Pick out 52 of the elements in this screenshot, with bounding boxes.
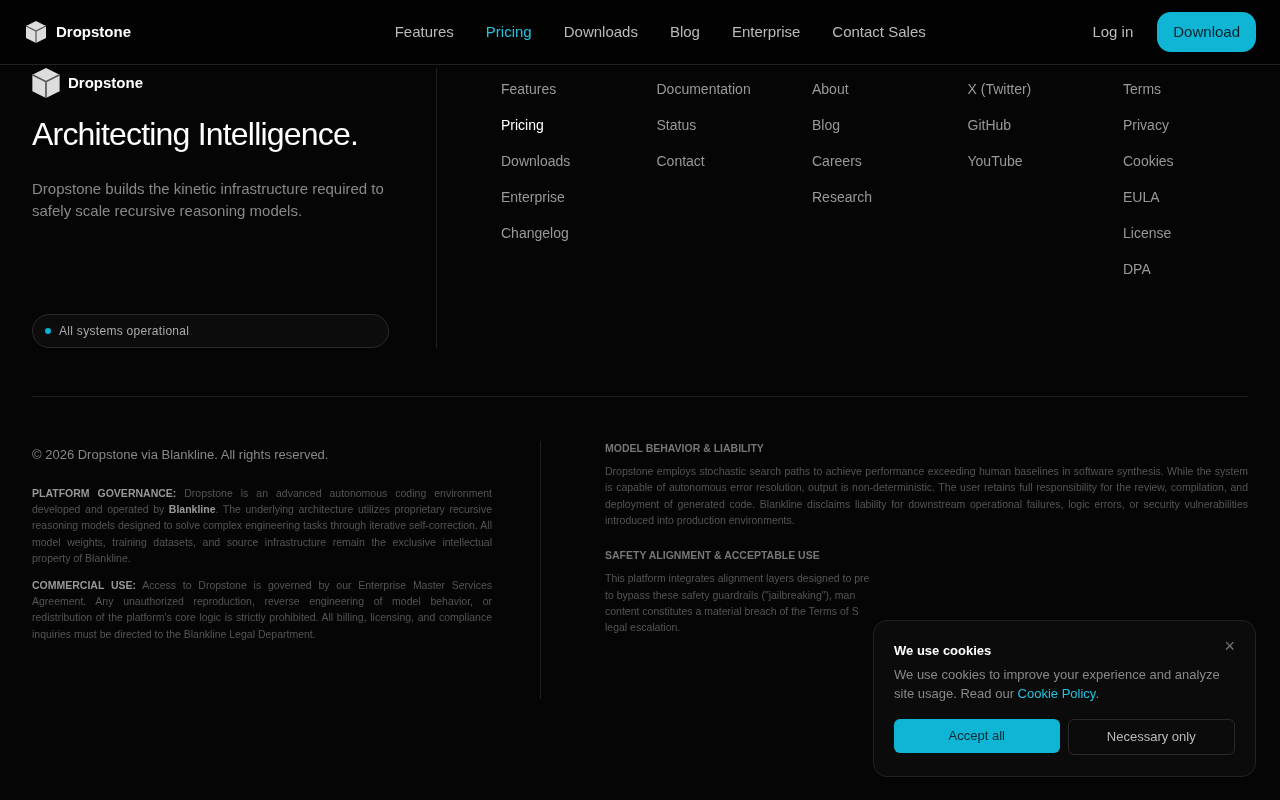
headline: Architecting Intelligence. xyxy=(32,115,360,154)
footer-link[interactable]: Contact xyxy=(656,150,705,172)
brand-name[interactable]: Dropstone xyxy=(68,71,143,95)
cookie-text: We use cookies to improve your experience and analyze site usage. Read our Cookie Policy. xyxy=(894,665,1221,703)
close-button[interactable]: × xyxy=(1224,633,1235,660)
footer-link[interactable]: EULA xyxy=(1123,186,1160,208)
nav-link[interactable]: Downloads xyxy=(563,20,638,44)
description: Dropstone builds the kinetic infrastructure required to safely scale recursive reasoning models. xyxy=(32,179,385,221)
footer-link[interactable]: Privacy xyxy=(1123,114,1169,136)
footer-link[interactable]: Enterprise xyxy=(501,186,565,208)
footer-link[interactable]: Status xyxy=(656,114,697,136)
login-link[interactable]: Log in xyxy=(1092,20,1134,44)
section-title: SAFETY ALIGNMENT & ACCEPTABLE USE xyxy=(605,548,821,564)
nav-link[interactable]: Pricing xyxy=(485,20,532,44)
nav-link[interactable]: Features xyxy=(394,20,454,44)
text-line: This platform integrates alignment layers designed to pre xyxy=(605,571,871,587)
text-line: to bypass these safety guardrails ("jailbreaking"), man xyxy=(605,587,857,603)
brand-name[interactable]: Dropstone xyxy=(56,20,131,44)
text-line: legal escalation. xyxy=(605,620,682,636)
status-text: All systems operational xyxy=(59,323,190,340)
necessary-only-button[interactable]: Necessary only xyxy=(1067,718,1235,755)
footer-link[interactable]: Features xyxy=(501,78,557,100)
nav-link[interactable]: Enterprise xyxy=(731,20,801,44)
footer-link[interactable]: GitHub xyxy=(967,114,1012,136)
legal-paragraph: Dropstone employs stochastic search paths to achieve performance exceeding human baselines in software synthesis. While the system is capable of autonomous error resolution, output is non-deterministic. The user retains full responsibility for the review, compilation, and deployment of generated code. Blankline disclaims liability for downstream operational failures, logic errors, or security vulnerabilities introduced into production environments. xyxy=(605,463,1248,528)
download-button[interactable]: Download xyxy=(1157,12,1256,52)
nav-link[interactable]: Blog xyxy=(669,20,700,44)
cube-logo-icon xyxy=(32,68,60,98)
footer-link[interactable]: Documentation xyxy=(656,78,751,100)
footer-link[interactable]: YouTube xyxy=(967,150,1023,172)
footer-link[interactable]: Research xyxy=(812,186,872,208)
footer-link[interactable]: License xyxy=(1123,222,1172,244)
footer-link[interactable]: X (Twitter) xyxy=(967,78,1032,100)
nav-link[interactable]: Contact Sales xyxy=(832,20,926,44)
legal-notice: PLATFORM GOVERNANCE: Dropstone is an advanced autonomous coding environment developed and operated by Blankline. The underlying architecture utilizes proprietary recursive reasoning models designed to solve complex engineering tasks through iterative self-correction. All model weights, training datasets, and source infrastructure remain the exclusive intellectual property of Blankline. xyxy=(32,485,492,567)
footer-link[interactable]: Downloads xyxy=(501,150,571,172)
footer-link[interactable]: Terms xyxy=(1123,78,1162,100)
status-pill[interactable]: All systems operational xyxy=(32,314,389,348)
cube-logo-icon xyxy=(24,20,48,44)
footer-link[interactable]: Careers xyxy=(812,150,862,172)
cookie-title: We use cookies xyxy=(894,642,992,660)
section-title: MODEL BEHAVIOR & LIABILITY xyxy=(605,441,765,456)
footer-link[interactable]: DPA xyxy=(1123,258,1151,280)
text-line: content constitutes a material breach of the Terms of S xyxy=(605,603,860,619)
footer-link[interactable]: Pricing xyxy=(501,114,544,136)
footer-link[interactable]: Changelog xyxy=(501,222,569,244)
footer-link[interactable]: Cookies xyxy=(1123,150,1174,172)
accept-all-button[interactable]: Accept all xyxy=(894,718,1060,753)
footer-link[interactable]: About xyxy=(812,78,849,100)
footer-link[interactable]: Blog xyxy=(812,114,841,136)
legal-notice: COMMERCIAL USE: Access to Dropstone is governed by our Enterprise Master Services Agreement. Any unauthorized reproduction, reverse engineering of model behavior, or redistribution of the platform's core logic is strictly prohibited. All billing, licensing, and compliance inquiries must be directed to the Blankline Legal Department. xyxy=(32,577,492,642)
copyright-text: © 2026 Dropstone via Blankline. All rights reserved. xyxy=(32,446,330,464)
